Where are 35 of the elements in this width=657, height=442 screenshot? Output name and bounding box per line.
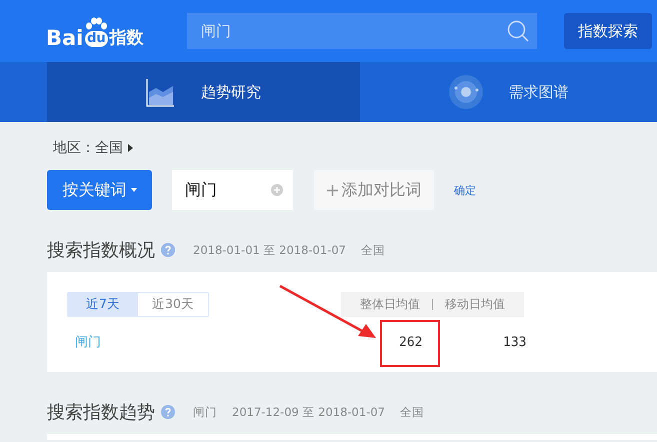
keyword-field[interactable]: 闸门: [172, 170, 293, 210]
plus-icon: [326, 184, 338, 196]
target-icon: [448, 75, 482, 109]
search-icon[interactable]: [507, 20, 529, 42]
explore-button[interactable]: 指数探索: [564, 13, 652, 49]
nav-tab[interactable]: 需求图谱: [360, 62, 657, 122]
period-tab[interactable]: 近7天: [68, 293, 138, 316]
area-label: 全国: [360, 242, 385, 258]
date-range: 2018-01-01 至 2018-01-07: [193, 242, 346, 258]
region-label: 地区：全国: [53, 139, 123, 157]
mode-button[interactable]: 按关键词: [47, 170, 152, 210]
caret-icon[interactable]: [128, 144, 133, 152]
column-label: 整体日均值: [360, 296, 420, 313]
table-cell-text: 133: [502, 334, 528, 350]
section-title: 搜索指数趋势: [47, 401, 155, 424]
keyword-label: 闸门: [193, 404, 217, 420]
logo-text: du: [85, 31, 108, 47]
help-icon[interactable]: [161, 243, 175, 257]
help-icon[interactable]: [161, 405, 175, 419]
area-label: 全国: [400, 404, 424, 420]
column-label: 移动日均值: [445, 296, 505, 313]
add-compare-button[interactable]: 添加对比词: [314, 170, 434, 210]
logo-text: Bai: [46, 27, 84, 49]
date-range: 2017-12-09 至 2018-01-07: [232, 404, 385, 420]
nav-tab[interactable]: 趋势研究: [47, 62, 360, 122]
paw-icon: [84, 17, 108, 31]
keyword-link[interactable]: 闸门: [67, 333, 373, 351]
caret-icon: [130, 188, 136, 192]
confirm-link[interactable]: 确定: [454, 182, 476, 198]
search-field[interactable]: 闸门: [187, 13, 537, 49]
area-chart-icon: [146, 78, 175, 106]
plus-icon[interactable]: [271, 184, 283, 196]
table-cell-text: 262: [398, 334, 424, 350]
section-title: 搜索指数概况: [47, 239, 155, 262]
logo-text: 指数: [109, 27, 144, 49]
